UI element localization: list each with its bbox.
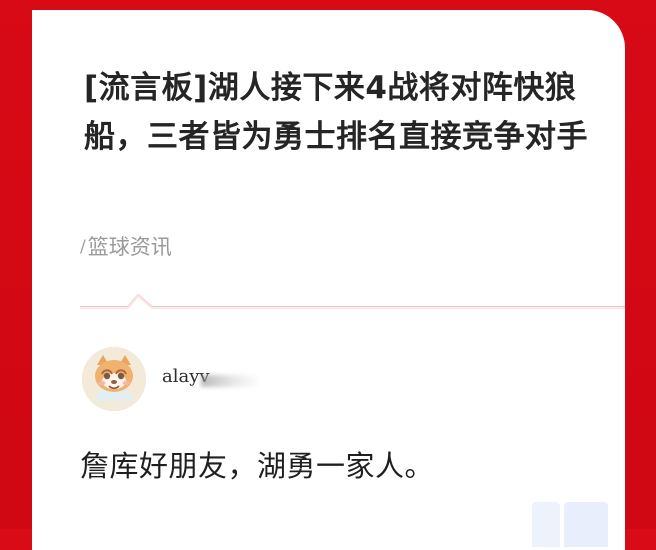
cartoon-fox-avatar-icon	[82, 347, 146, 411]
article-title[interactable]: [流言板]湖人接下来4战将对阵快狼船，三者皆为勇士排名直接竞争对手	[84, 64, 599, 162]
divider-notch-icon	[80, 293, 625, 309]
post-card: [流言板]湖人接下来4战将对阵快狼船，三者皆为勇士排名直接竞争对手 / 篮球资讯	[32, 10, 625, 550]
faded-thumbnail	[532, 502, 620, 550]
comment-text: 詹库好朋友，湖勇一家人。	[80, 449, 435, 483]
category-text[interactable]: 篮球资讯	[88, 235, 172, 259]
quote-divider	[80, 287, 625, 313]
comment-block: alayv 詹库好朋友，湖勇一家人。	[80, 344, 625, 547]
category-separator: /	[80, 237, 86, 257]
faded-thumbnail-left	[532, 502, 560, 547]
avatar[interactable]	[82, 347, 146, 411]
blurred-username-tail	[201, 375, 261, 387]
category-label[interactable]: / 篮球资讯	[80, 235, 172, 259]
faded-thumbnail-right	[564, 502, 608, 547]
